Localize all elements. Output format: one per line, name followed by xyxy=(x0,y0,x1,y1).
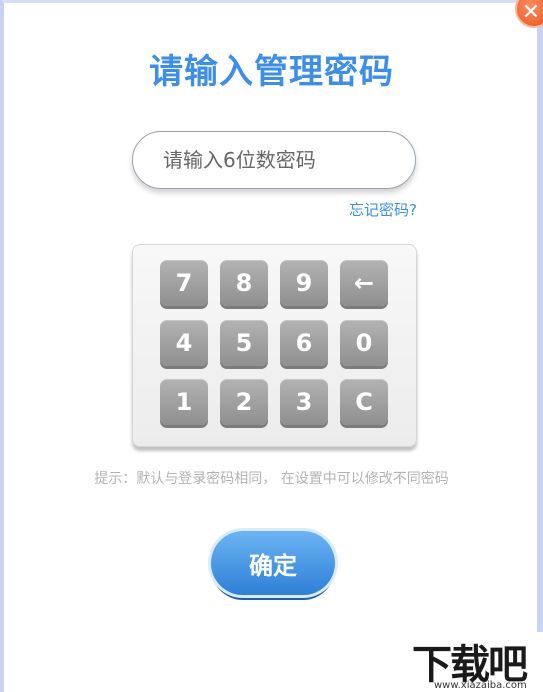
key-1[interactable]: 1 xyxy=(160,379,208,425)
hint-text: 提示：默认与登录密码相同， 在设置中可以修改不同密码 xyxy=(94,471,449,487)
key-7[interactable]: 7 xyxy=(160,260,208,306)
clear-key[interactable]: C xyxy=(340,379,388,425)
password-input[interactable] xyxy=(132,131,416,189)
numeric-keypad: 7 8 9 ← 4 5 6 0 1 2 3 C xyxy=(132,244,417,447)
key-9[interactable]: 9 xyxy=(280,260,328,306)
dialog-title: 请输入管理密码 xyxy=(149,52,394,92)
close-icon: ✕ xyxy=(521,0,541,25)
backspace-key[interactable]: ← xyxy=(340,260,388,306)
key-3[interactable]: 3 xyxy=(280,379,328,425)
watermark-url: www.xiazaiba.com xyxy=(434,680,527,691)
key-2[interactable]: 2 xyxy=(220,379,268,425)
key-6[interactable]: 6 xyxy=(280,320,328,366)
key-8[interactable]: 8 xyxy=(220,260,268,306)
key-4[interactable]: 4 xyxy=(160,320,208,366)
key-0[interactable]: 0 xyxy=(340,320,388,366)
confirm-button[interactable]: 确定 xyxy=(211,531,335,595)
forgot-password-link[interactable]: 忘记密码? xyxy=(300,199,417,220)
watermark: 下载吧 www.xiazaiba.com xyxy=(408,632,543,692)
key-5[interactable]: 5 xyxy=(220,320,268,366)
